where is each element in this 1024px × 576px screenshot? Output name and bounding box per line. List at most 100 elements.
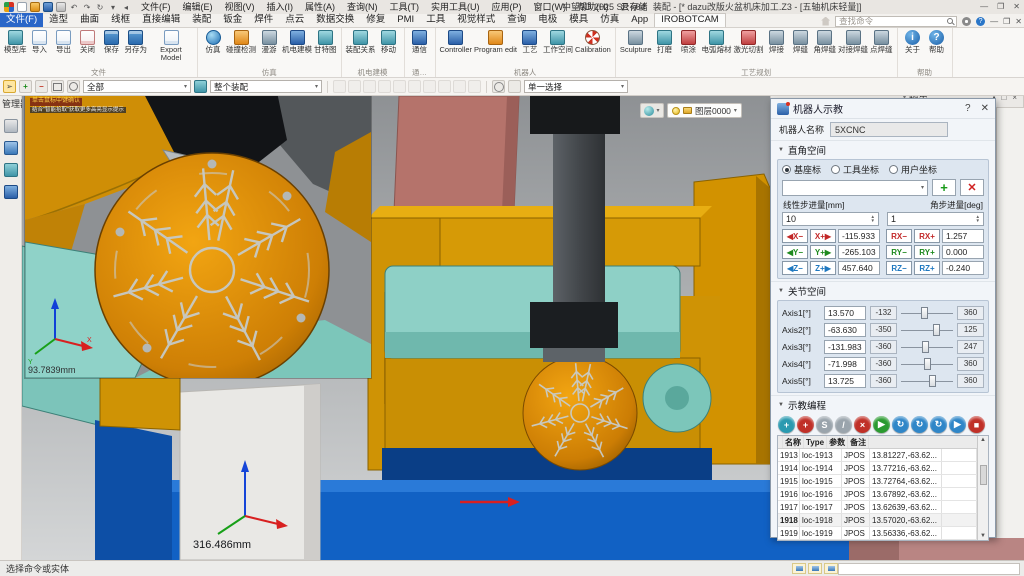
snap-filter-icon[interactable]	[378, 80, 391, 93]
ribbon-button[interactable]: 导出	[52, 29, 76, 54]
ribbon-button[interactable]: 漫游	[257, 29, 281, 54]
manager-tab[interactable]: 管理器	[0, 96, 22, 111]
teach-panel-titlebar[interactable]: 机器人示教 ? ✕	[771, 99, 995, 119]
restore-button[interactable]: ❐	[997, 0, 1004, 14]
teach-tool-button[interactable]: ▶	[949, 416, 966, 433]
snap-filter-icon[interactable]	[408, 80, 421, 93]
robot-name-field[interactable]: 5XCNC	[830, 122, 948, 137]
teach-tool-button[interactable]: ■	[968, 416, 985, 433]
window-mode-icon[interactable]	[824, 563, 838, 574]
ribbon-button[interactable]: 通信	[408, 29, 432, 54]
selection-mode-dropdown[interactable]: 单一选择▾	[524, 80, 628, 93]
table-row[interactable]: 1918 loc-1918 JPOS 13.57020,-63.62...	[778, 514, 977, 527]
table-header-cell[interactable]: 参数	[827, 436, 848, 448]
jog-minus-button[interactable]: ◀Y−	[782, 245, 808, 259]
coord-mode-radio[interactable]: 用户坐标	[889, 163, 937, 176]
robot-teach-panel[interactable]: 机器人示教 ? ✕ 机器人名称 5XCNC ▼直角空间 基座标 工具坐标	[770, 98, 996, 538]
ribbon-button[interactable]: Export Model	[148, 29, 194, 62]
table-row[interactable]: 1916 loc-1916 JPOS 13.67892,-63.62...	[778, 488, 977, 501]
entity-filter-dropdown[interactable]: 全部▾	[83, 80, 191, 93]
coord-mode-radio[interactable]: 基座标	[782, 163, 821, 176]
table-row[interactable]: 1913 loc-1913 JPOS 13.81227,-63.62...	[778, 449, 977, 462]
axis-slider[interactable]	[901, 374, 953, 388]
ribbon-tab[interactable]: 点云	[279, 13, 310, 27]
snap-filter-icon[interactable]	[348, 80, 361, 93]
table-header-cell[interactable]: Type	[804, 436, 827, 448]
table-row[interactable]: 1919 loc-1919 JPOS 13.56336,-63.62...	[778, 527, 977, 540]
axis-slider[interactable]	[901, 323, 953, 337]
teach-tool-button[interactable]: ↻	[930, 416, 947, 433]
assembly-scope-icon[interactable]	[194, 80, 207, 93]
qat-icon[interactable]	[4, 2, 14, 12]
ribbon-button[interactable]: 角焊缝	[813, 29, 838, 54]
ribbon-tab[interactable]: 查询	[501, 13, 532, 27]
snap-filter-icon[interactable]	[438, 80, 451, 93]
selection-tool-icon[interactable]	[19, 80, 32, 93]
ribbon-tab[interactable]: App	[625, 13, 654, 27]
help-icon[interactable]: ?	[976, 17, 985, 26]
axis-value-input[interactable]: -71.998	[824, 357, 866, 371]
jog-value[interactable]: 1.257	[942, 229, 984, 243]
slider-thumb[interactable]	[933, 324, 940, 336]
snap-filter-icon[interactable]	[453, 80, 466, 93]
ribbon-button[interactable]: 工作空间	[542, 29, 574, 54]
jog-plus-button[interactable]: Y+▶	[810, 245, 836, 259]
ribbon-tab[interactable]: 直接编辑	[136, 13, 186, 27]
display-mode-icon[interactable]	[808, 563, 822, 574]
qat-icon[interactable]: ◂	[121, 2, 131, 12]
teach-tool-button[interactable]: ×	[854, 416, 871, 433]
manager-sidebar[interactable]: 管理器	[0, 96, 22, 560]
ribbon-tab[interactable]: 装配	[186, 13, 217, 27]
menu-item[interactable]: 应用(P)	[486, 0, 528, 14]
jog-minus-button[interactable]: RX−	[886, 229, 912, 243]
qat-icon[interactable]: ↶	[69, 2, 79, 12]
ribbon-button[interactable]: 机电建模	[281, 29, 313, 54]
jog-minus-button[interactable]: RY−	[886, 245, 912, 259]
scroll-down-icon[interactable]: ▼	[980, 533, 986, 539]
menu-item[interactable]: 视图(V)	[219, 0, 261, 14]
table-row[interactable]: 1914 loc-1914 JPOS 13.77216,-63.62...	[778, 462, 977, 475]
ribbon-button[interactable]: Program edit	[473, 29, 518, 54]
view-mode-icon[interactable]	[792, 563, 806, 574]
ribbon-tab[interactable]: 钣金	[217, 13, 248, 27]
ribbon-tab[interactable]: 线框	[105, 13, 136, 27]
ribbon-tab[interactable]: 模具	[563, 13, 594, 27]
history-clock-icon[interactable]	[492, 80, 505, 93]
ribbon-button[interactable]: 对接焊缝	[837, 29, 869, 54]
ribbon-tab[interactable]: 电极	[532, 13, 563, 27]
layer-dropdown[interactable]: 图层0000 ▾	[667, 103, 742, 118]
robot-manager-icon[interactable]	[4, 185, 18, 199]
history-manager-icon[interactable]	[4, 119, 18, 133]
axis-value-input[interactable]: 13.725	[824, 374, 866, 388]
jog-value[interactable]: -265.103	[838, 245, 880, 259]
axis-value-input[interactable]: -63.630	[824, 323, 866, 337]
axis-value-input[interactable]: 13.570	[824, 306, 866, 320]
ribbon-button[interactable]: 模型库	[3, 29, 28, 54]
table-scrollbar[interactable]: ▲ ▼	[977, 436, 988, 540]
menu-item[interactable]: 工具(T)	[384, 0, 426, 14]
qat-icon[interactable]	[43, 2, 53, 12]
doc-restore-icon[interactable]: ❐	[1003, 17, 1010, 26]
ribbon-button[interactable]: 装配关系	[345, 29, 377, 54]
pick-box-icon[interactable]	[508, 80, 521, 93]
snap-filter-icon[interactable]	[363, 80, 376, 93]
axis-value-input[interactable]: -131.983	[824, 340, 866, 354]
ribbon-button[interactable]: 点焊缝	[869, 29, 894, 54]
ribbon-tab[interactable]: 数据交换	[310, 13, 360, 27]
jog-plus-button[interactable]: Z+▶	[810, 261, 836, 275]
axis-slider[interactable]	[901, 340, 953, 354]
jog-value[interactable]: -115.933	[838, 229, 880, 243]
command-search-input[interactable]: 查找命令	[835, 16, 957, 27]
panel-close-button[interactable]: ✕	[981, 103, 989, 114]
axis-slider[interactable]	[901, 357, 953, 371]
ribbon-button[interactable]: 甘特图	[313, 29, 338, 54]
inset-canvas[interactable]: X Y	[25, 92, 371, 378]
inset-detail-view[interactable]: X Y 单击鼠标中键确认 结合"智能拾取"获取更多高亮显示提示 93.7839m…	[25, 92, 371, 378]
selection-tool-icon[interactable]	[51, 80, 64, 93]
menu-item[interactable]: 属性(A)	[299, 0, 341, 14]
qat-icon[interactable]: ↻	[95, 2, 105, 12]
qat-icon[interactable]: ▾	[108, 2, 118, 12]
teach-tool-button[interactable]: S	[816, 416, 833, 433]
ribbon-button[interactable]: 导入	[28, 29, 52, 54]
teach-tool-button[interactable]: +	[797, 416, 814, 433]
